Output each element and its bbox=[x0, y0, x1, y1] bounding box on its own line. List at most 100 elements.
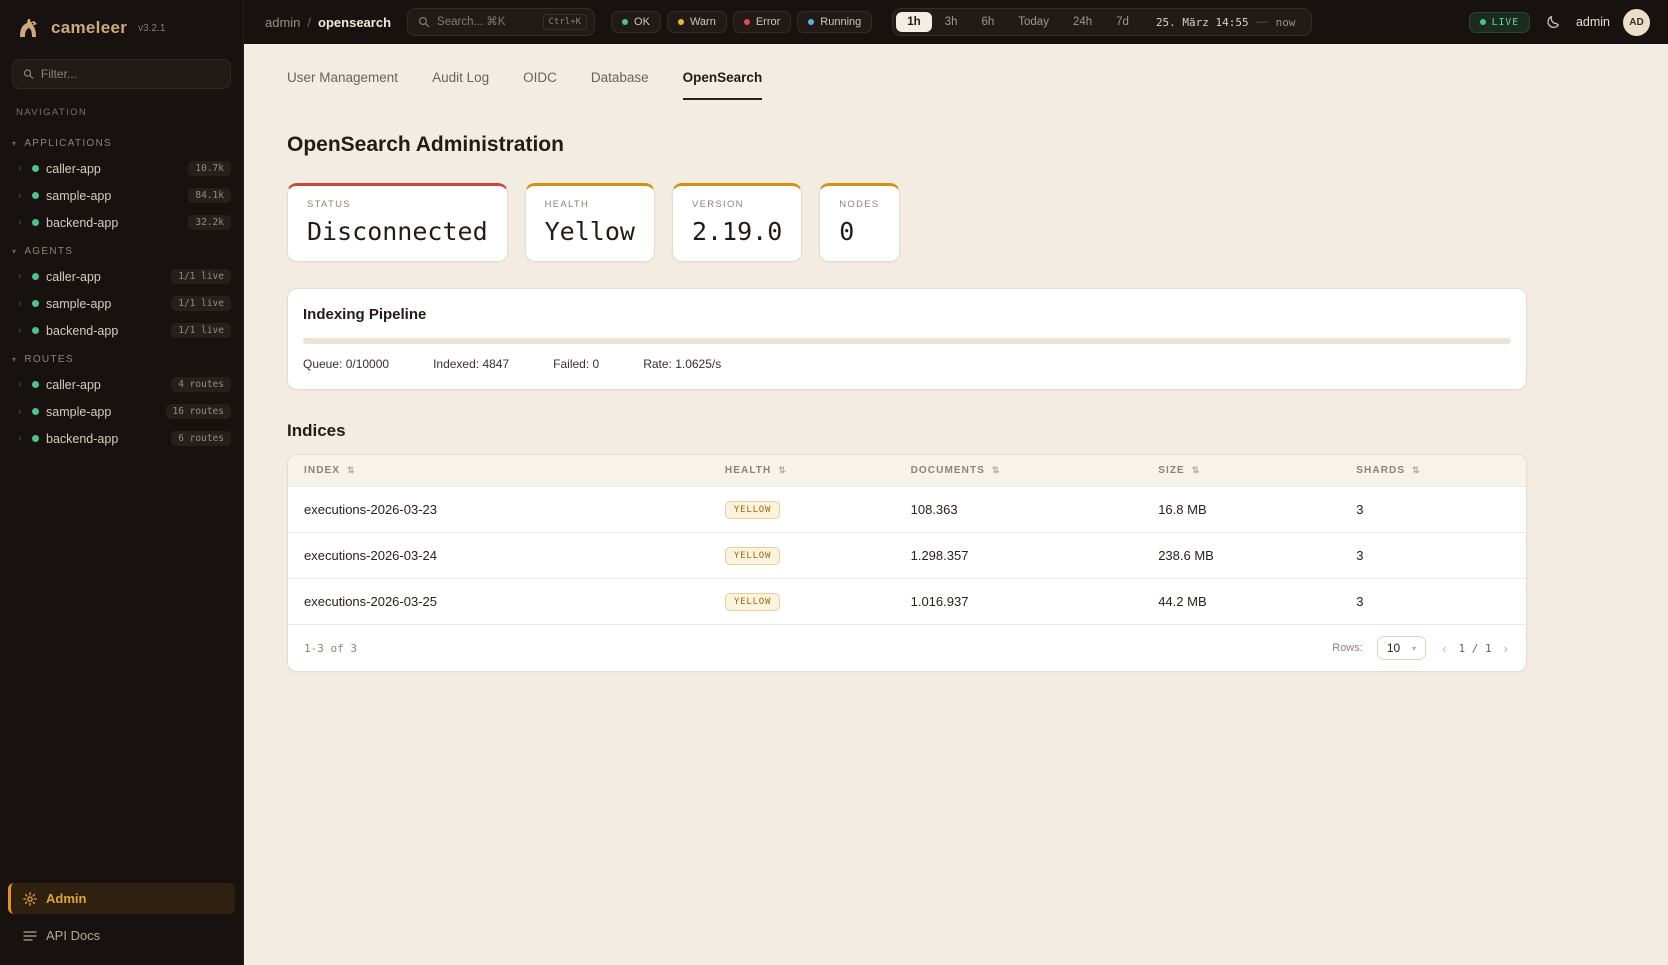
filter-chip-warn[interactable]: Warn bbox=[667, 11, 727, 33]
stat-card-version: VERSION 2.19.0 bbox=[672, 183, 802, 262]
sort-icon: ⇅ bbox=[1412, 465, 1421, 475]
indices-table-card: INDEX ⇅ HEALTH ⇅ DOCUMENTS ⇅ SIZE bbox=[287, 454, 1527, 672]
time-range-24h[interactable]: 24h bbox=[1062, 12, 1103, 32]
rows-per-page-label: Rows: bbox=[1332, 642, 1363, 654]
moon-icon bbox=[1545, 14, 1561, 30]
section-routes[interactable]: ▾ ROUTES bbox=[0, 344, 243, 371]
tab-audit-log[interactable]: Audit Log bbox=[432, 70, 489, 100]
chevron-right-icon: › bbox=[18, 217, 25, 228]
item-label: caller-app bbox=[46, 162, 181, 176]
time-range-6h[interactable]: 6h bbox=[970, 12, 1005, 32]
time-range-1h[interactable]: 1h bbox=[896, 12, 931, 32]
tab-user-management[interactable]: User Management bbox=[287, 70, 398, 100]
avatar[interactable]: AD bbox=[1623, 9, 1650, 36]
pipeline-stats: Queue: 0/10000 Indexed: 4847 Failed: 0 R… bbox=[303, 357, 1511, 371]
chevron-right-icon: › bbox=[18, 190, 25, 201]
admin-label: Admin bbox=[46, 891, 86, 906]
row-range: 1-3 of 3 bbox=[304, 642, 357, 655]
status-dot bbox=[32, 219, 39, 226]
chevron-right-icon: › bbox=[18, 298, 25, 309]
filter-input[interactable] bbox=[41, 67, 220, 81]
next-page-button[interactable]: › bbox=[1502, 641, 1510, 656]
chevron-right-icon: › bbox=[18, 325, 25, 336]
cell-index: executions-2026-03-25 bbox=[288, 579, 709, 625]
item-label: caller-app bbox=[46, 378, 164, 392]
item-badge: 84.1k bbox=[188, 188, 231, 203]
time-range-3h[interactable]: 3h bbox=[934, 12, 969, 32]
table-row[interactable]: executions-2026-03-25 YELLOW 1.016.937 4… bbox=[288, 579, 1526, 625]
live-indicator[interactable]: LIVE bbox=[1469, 12, 1530, 33]
filter-chip-ok[interactable]: OK bbox=[611, 11, 661, 33]
section-agents[interactable]: ▾ AGENTS bbox=[0, 236, 243, 263]
table-footer-controls: Rows: 10 ▾ ‹ 1 / 1 › bbox=[1332, 636, 1510, 660]
sidebar-item-agent-caller-app[interactable]: › caller-app 1/1 live bbox=[0, 263, 243, 290]
cell-shards: 3 bbox=[1340, 533, 1526, 579]
sidebar-item-backend-app[interactable]: › backend-app 32.2k bbox=[0, 209, 243, 236]
prev-page-button[interactable]: ‹ bbox=[1440, 641, 1448, 656]
sidebar-item-api-docs[interactable]: API Docs bbox=[8, 920, 235, 951]
item-badge: 1/1 live bbox=[171, 323, 231, 338]
rows-per-page-select[interactable]: 10 ▾ bbox=[1377, 636, 1426, 660]
table-row[interactable]: executions-2026-03-23 YELLOW 108.363 16.… bbox=[288, 487, 1526, 533]
sidebar-item-agent-sample-app[interactable]: › sample-app 1/1 live bbox=[0, 290, 243, 317]
cell-documents: 1.016.937 bbox=[895, 579, 1143, 625]
sidebar-item-route-backend-app[interactable]: › backend-app 6 routes bbox=[0, 425, 243, 452]
dark-mode-toggle[interactable] bbox=[1543, 12, 1563, 32]
indices-title: Indices bbox=[287, 421, 1668, 441]
column-header-size[interactable]: SIZE ⇅ bbox=[1142, 455, 1340, 487]
column-header-health[interactable]: HEALTH ⇅ bbox=[709, 455, 895, 487]
item-badge: 1/1 live bbox=[171, 296, 231, 311]
stat-card-status: STATUS Disconnected bbox=[287, 183, 508, 262]
top-bar: admin / opensearch Ctrl+K OK Warn E bbox=[244, 0, 1668, 44]
cell-health: YELLOW bbox=[709, 579, 895, 625]
search-icon bbox=[23, 68, 34, 80]
search-icon bbox=[418, 16, 430, 28]
chip-label: Error bbox=[756, 16, 780, 28]
column-header-shards[interactable]: SHARDS ⇅ bbox=[1340, 455, 1526, 487]
pipeline-rate: Rate: 1.0625/s bbox=[643, 357, 721, 371]
filter-chip-running[interactable]: Running bbox=[797, 11, 872, 33]
sidebar-filter[interactable] bbox=[12, 59, 231, 89]
table-row[interactable]: executions-2026-03-24 YELLOW 1.298.357 2… bbox=[288, 533, 1526, 579]
pipeline-title: Indexing Pipeline bbox=[303, 306, 1511, 323]
chevron-right-icon: › bbox=[18, 406, 25, 417]
time-range-display[interactable]: 25. März 14:55 — now bbox=[1142, 16, 1308, 29]
cell-documents: 108.363 bbox=[895, 487, 1143, 533]
search-input[interactable] bbox=[437, 16, 535, 28]
column-header-documents[interactable]: DOCUMENTS ⇅ bbox=[895, 455, 1143, 487]
top-right-cluster: LIVE admin AD bbox=[1469, 9, 1650, 36]
global-search[interactable]: Ctrl+K bbox=[407, 8, 595, 36]
app-name: cameleer bbox=[51, 18, 127, 38]
sidebar-item-caller-app[interactable]: › caller-app 10.7k bbox=[0, 155, 243, 182]
sidebar-item-sample-app[interactable]: › sample-app 84.1k bbox=[0, 182, 243, 209]
item-label: backend-app bbox=[46, 324, 164, 338]
column-header-index[interactable]: INDEX ⇅ bbox=[288, 455, 709, 487]
health-badge: YELLOW bbox=[725, 593, 780, 611]
health-badge: YELLOW bbox=[725, 547, 780, 565]
sidebar-item-route-sample-app[interactable]: › sample-app 16 routes bbox=[0, 398, 243, 425]
tab-oidc[interactable]: OIDC bbox=[523, 70, 557, 100]
sidebar-item-admin[interactable]: Admin bbox=[8, 883, 235, 914]
admin-tabs: User Management Audit Log OIDC Database … bbox=[287, 44, 1668, 100]
filter-chip-error[interactable]: Error bbox=[733, 11, 791, 33]
logo[interactable]: cameleer v3.2.1 bbox=[0, 0, 243, 51]
time-range-7d[interactable]: 7d bbox=[1105, 12, 1140, 32]
time-range-today[interactable]: Today bbox=[1007, 12, 1060, 32]
tab-opensearch[interactable]: OpenSearch bbox=[683, 70, 763, 100]
sidebar: cameleer v3.2.1 NAVIGATION ▾ APPLICATION… bbox=[0, 0, 244, 965]
sidebar-item-route-caller-app[interactable]: › caller-app 4 routes bbox=[0, 371, 243, 398]
tab-database[interactable]: Database bbox=[591, 70, 649, 100]
breadcrumb-separator: / bbox=[307, 15, 311, 30]
section-applications[interactable]: ▾ APPLICATIONS bbox=[0, 128, 243, 155]
cell-size: 238.6 MB bbox=[1142, 533, 1340, 579]
sort-icon: ⇅ bbox=[1192, 465, 1201, 475]
stat-card-nodes: NODES 0 bbox=[819, 183, 899, 262]
breadcrumb-admin[interactable]: admin bbox=[265, 15, 300, 30]
live-dot bbox=[1480, 19, 1486, 25]
shortcut-kbd: Ctrl+K bbox=[543, 14, 588, 30]
sidebar-item-agent-backend-app[interactable]: › backend-app 1/1 live bbox=[0, 317, 243, 344]
breadcrumb: admin / opensearch bbox=[265, 15, 391, 30]
chevron-right-icon: › bbox=[18, 433, 25, 444]
content: User Management Audit Log OIDC Database … bbox=[244, 44, 1668, 965]
item-label: sample-app bbox=[46, 405, 159, 419]
